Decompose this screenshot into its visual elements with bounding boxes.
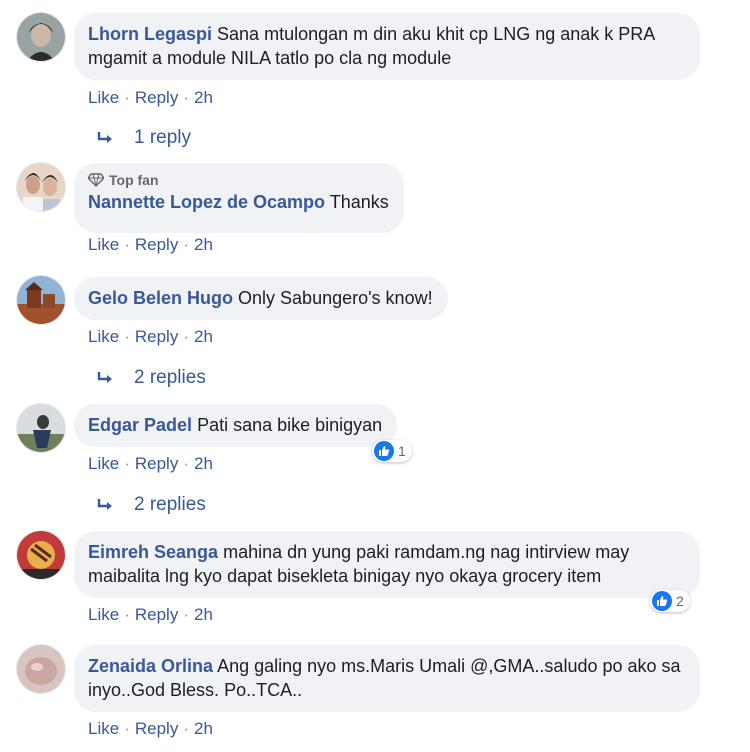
diamond-icon xyxy=(88,173,104,187)
comment-author[interactable]: Eimreh Seanga xyxy=(88,542,218,562)
like-link[interactable]: Like xyxy=(88,719,119,738)
like-link[interactable]: Like xyxy=(88,454,119,473)
avatar[interactable] xyxy=(16,644,66,694)
like-reaction-icon xyxy=(652,591,672,611)
comment-time[interactable]: 2h xyxy=(194,454,213,473)
comment-author[interactable]: Gelo Belen Hugo xyxy=(88,288,233,308)
top-fan-label: Top fan xyxy=(109,172,159,188)
like-link[interactable]: Like xyxy=(88,327,119,346)
avatar[interactable] xyxy=(16,162,66,212)
comment-actions: Like · Reply · 2h xyxy=(88,454,213,473)
comment-time[interactable]: 2h xyxy=(194,719,213,738)
reaction-summary[interactable]: 2 xyxy=(650,590,690,612)
comment-bubble: Lhorn Legaspi Sana mtulongan m din aku k… xyxy=(74,13,700,80)
view-replies-link[interactable]: 1 reply xyxy=(96,126,191,150)
comment-bubble: Gelo Belen Hugo Only Sabungero's know! xyxy=(74,277,448,320)
comment-bubble: Top fan Nannette Lopez de Ocampo Thanks xyxy=(74,163,404,233)
view-replies-link[interactable]: 2 replies xyxy=(96,493,206,517)
reply-arrow-icon xyxy=(97,372,112,383)
like-link[interactable]: Like xyxy=(88,235,119,254)
view-replies-link[interactable]: 2 replies xyxy=(96,366,206,390)
comment-bubble: Edgar Padel Pati sana bike binigyan xyxy=(74,404,398,447)
reply-link[interactable]: Reply xyxy=(135,719,178,738)
comment-text: Pati sana bike binigyan xyxy=(197,415,383,435)
avatar[interactable] xyxy=(16,275,66,325)
comment-actions: Like · Reply · 2h xyxy=(88,327,213,346)
reply-arrow-icon xyxy=(97,499,112,510)
comment-actions: Like · Reply · 2h xyxy=(88,719,213,738)
avatar[interactable] xyxy=(16,12,66,62)
replies-count: 2 replies xyxy=(134,367,206,388)
comment-author[interactable]: Lhorn Legaspi xyxy=(88,24,212,44)
comment-author[interactable]: Zenaida Orlina xyxy=(88,656,213,676)
reply-link[interactable]: Reply xyxy=(135,327,178,346)
comment-author[interactable]: Nannette Lopez de Ocampo xyxy=(88,192,325,212)
comment-text: Thanks xyxy=(329,192,389,212)
comment-time[interactable]: 2h xyxy=(194,88,213,107)
top-fan-badge: Top fan xyxy=(88,171,389,189)
like-reaction-icon xyxy=(374,441,394,461)
comment-actions: Like · Reply · 2h xyxy=(88,605,213,624)
reaction-count: 2 xyxy=(676,593,684,609)
comment-time[interactable]: 2h xyxy=(194,327,213,346)
replies-count: 1 reply xyxy=(134,127,192,148)
comment-actions: Like · Reply · 2h xyxy=(88,235,213,254)
reply-link[interactable]: Reply xyxy=(135,235,178,254)
comment-bubble: Eimreh Seanga mahina dn yung paki ramdam… xyxy=(74,531,700,598)
reply-link[interactable]: Reply xyxy=(135,605,178,624)
comment-bubble: Zenaida Orlina Ang galing nyo ms.Maris U… xyxy=(74,645,700,712)
avatar[interactable] xyxy=(16,530,66,580)
reply-link[interactable]: Reply xyxy=(135,454,178,473)
like-link[interactable]: Like xyxy=(88,605,119,624)
reaction-summary[interactable]: 1 xyxy=(372,440,412,462)
reply-arrow-icon xyxy=(97,132,112,143)
comment-author[interactable]: Edgar Padel xyxy=(88,415,192,435)
like-link[interactable]: Like xyxy=(88,88,119,107)
comment-actions: Like · Reply · 2h xyxy=(88,88,213,107)
comment-time[interactable]: 2h xyxy=(194,605,213,624)
avatar[interactable] xyxy=(16,403,66,453)
reaction-count: 1 xyxy=(398,443,406,459)
comment-time[interactable]: 2h xyxy=(194,235,213,254)
replies-count: 2 replies xyxy=(134,494,206,515)
reply-link[interactable]: Reply xyxy=(135,88,178,107)
comment-text: Only Sabungero's know! xyxy=(238,288,433,308)
